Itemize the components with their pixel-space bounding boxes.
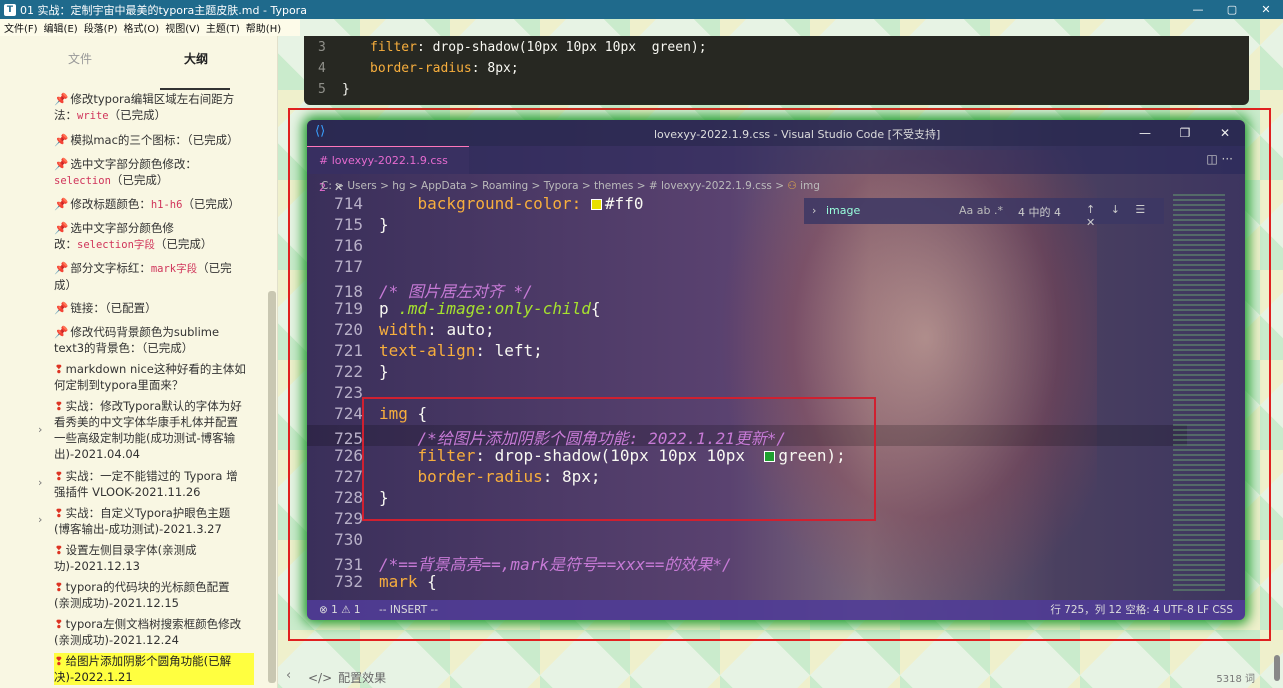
split-editor-icon: ◫ ··· <box>1206 152 1233 166</box>
code-line: 722} <box>334 362 389 381</box>
tab-outline[interactable]: 大纲 <box>184 50 208 67</box>
line-number: 4 <box>318 61 326 76</box>
code-line: 717 <box>334 257 363 276</box>
pushpin-icon: ❢ <box>54 543 64 557</box>
menu-edit[interactable]: 编辑(E) <box>44 20 78 35</box>
outline-item[interactable]: 📌 部分文字标红：mark字段（已完 成） <box>54 260 254 293</box>
vscode-status-bar: ⊗ 1 ⚠ 1 -- INSERT -- 行 725，列 12 空格: 4 UT… <box>307 600 1245 620</box>
color-swatch-icon <box>590 199 602 210</box>
close-button[interactable]: ✕ <box>1249 0 1283 19</box>
code-line: 718/* 图片居左对齐 */ <box>334 282 533 301</box>
symbol-icon: ⚇ <box>787 180 797 192</box>
outline-item[interactable]: ❢ markdown nice这种好看的主体如 何定制到typora里面来？ <box>54 361 254 393</box>
chevron-right-icon[interactable]: › <box>38 423 42 436</box>
code-highlight-frame <box>362 397 876 521</box>
code-line: 714 background-color: #ff0 <box>334 194 644 213</box>
menu-view[interactable]: 视图(V) <box>165 20 200 35</box>
pushpin-icon: ❢ <box>54 399 64 413</box>
menu-file[interactable]: 文件(F) <box>4 20 38 35</box>
menu-help[interactable]: 帮助(H) <box>246 20 281 35</box>
code-line: 721 text-align: left; <box>334 341 543 360</box>
pin-icon: 📌 <box>54 261 69 275</box>
vscode-minimap <box>1173 194 1225 594</box>
pushpin-icon: ❢ <box>54 654 64 668</box>
pushpin-icon: ❢ <box>54 617 64 631</box>
outline-item[interactable]: 📌 修改typora编辑区域左右间距方 法：write（已完成） <box>54 91 254 124</box>
vscode-restore-icon: ❐ <box>1179 126 1191 140</box>
typora-logo-icon: T <box>4 3 16 16</box>
code-line: 730 <box>334 530 363 549</box>
vscode-title-bar: ⟨⟩ lovexyy-2022.1.9.css - Visual Studio … <box>307 120 1245 146</box>
outline-item[interactable]: ❢ 实战：自定义Typora护眼色主题 (博客输出-成功测试)-2021.3.27 <box>54 505 254 537</box>
pin-icon: 📌 <box>54 133 69 147</box>
outline-item[interactable]: 📌 选中文字部分颜色修改： selection（已完成） <box>54 156 254 189</box>
code-line: 731/*==背景高亮==,mark是符号==xxx==的效果*/ <box>334 555 732 574</box>
pushpin-icon: ❢ <box>54 580 64 594</box>
outline-item[interactable]: ❢ 设置左侧目录字体(亲测成 功)-2021.12.13 <box>54 542 254 574</box>
menu-bar: 文件(F) 编辑(E) 段落(P) 格式(O) 视图(V) 主题(T) 帮助(H… <box>0 19 300 36</box>
minimize-button[interactable]: — <box>1181 0 1215 19</box>
chevron-right-icon[interactable]: › <box>38 476 42 489</box>
outline-item[interactable]: 📌 模拟mac的三个图标：（已完成） <box>54 132 254 148</box>
code-icon: </> <box>308 671 333 685</box>
embedded-image-vscode[interactable]: ⟨⟩ lovexyy-2022.1.9.css - Visual Studio … <box>307 120 1245 620</box>
code-line: } <box>342 82 350 97</box>
pushpin-icon: ❢ <box>54 469 64 483</box>
pin-icon: 📌 <box>54 197 69 211</box>
code-line: filter: drop-shadow(10px 10px 10px green… <box>370 40 707 55</box>
line-number: 3 <box>318 40 326 55</box>
vscode-tab-bar: # lovexyy-2022.1.9.css 2 ✕ ◫ ··· <box>307 146 1245 194</box>
pin-icon: 📌 <box>54 301 69 315</box>
window-controls: — ▢ ✕ <box>1181 0 1283 19</box>
sidebar: 文件 大纲 📌 修改typora编辑区域左右间距方 法：write（已完成） 📌 模拟… <box>0 36 278 688</box>
outline-item[interactable]: 📌 链接：（已配置） <box>54 300 254 316</box>
outline-item[interactable]: 📌 修改标题颜色：h1-h6（已完成） <box>54 196 254 213</box>
menu-paragraph[interactable]: 段落(P) <box>84 20 118 35</box>
code-line: 732 mark { <box>334 572 437 591</box>
window-title: 01 实战：定制宇宙中最美的typora主题皮肤.md - Typora <box>20 3 307 17</box>
pin-icon: 📌 <box>54 221 69 235</box>
code-block[interactable]: 3 filter: drop-shadow(10px 10px 10px gre… <box>304 36 1249 105</box>
code-line: 715} <box>334 215 389 234</box>
pin-icon: 📌 <box>54 92 69 106</box>
code-line: 720 width: auto; <box>334 320 495 339</box>
chevron-right-icon[interactable]: › <box>38 513 42 526</box>
outline-item[interactable]: ❢ 实战：一定不能错过的 Typora 增强插件 VLOOK-2021.11.26 <box>54 468 254 500</box>
outline-item[interactable]: ❢ 实战：修改Typora默认的字体为好 看秀美的中文字体华康手札体并配置 一些高级定… <box>54 398 254 462</box>
outline-item[interactable]: 📌 修改代码背景颜色为sublime text3的背景色：（已完成） <box>54 324 254 356</box>
pushpin-icon: ❢ <box>54 362 64 376</box>
maximize-button[interactable]: ▢ <box>1215 0 1249 19</box>
sidebar-scrollbar[interactable] <box>268 291 276 683</box>
vscode-tab: # lovexyy-2022.1.9.css 2 ✕ <box>307 146 469 194</box>
outline-item[interactable]: 📌 选中文字部分颜色修 改：selection字段（已完成） <box>54 220 254 253</box>
word-count[interactable]: 5318 词 <box>1216 670 1255 685</box>
document-footer: ‹ </> 配置效果 5318 词 <box>278 664 1283 688</box>
vscode-breadcrumb: C: > Users > hg > AppData > Roaming > Ty… <box>321 180 820 192</box>
menu-format[interactable]: 格式(O) <box>124 20 160 35</box>
tab-files[interactable]: 文件 <box>68 50 92 67</box>
outline-item[interactable]: ❢ typora的代码块的光标颜色配置 (亲测成功)-2021.12.15 <box>54 579 254 611</box>
outline-item[interactable]: ❢ typora左侧文档树搜索框颜色修改 (亲测成功)-2021.12.24 <box>54 616 254 648</box>
editor-scrollbar[interactable] <box>1274 655 1280 681</box>
code-line: border-radius: 8px; <box>370 61 519 76</box>
chevron-left-icon[interactable]: ‹ <box>286 668 291 683</box>
menu-theme[interactable]: 主题(T) <box>206 20 240 35</box>
pin-icon: 📌 <box>54 157 69 171</box>
vscode-logo-icon: ⟨⟩ <box>315 124 326 139</box>
line-number: 5 <box>318 82 326 97</box>
tab-active-indicator <box>160 88 230 90</box>
pushpin-icon: ❢ <box>54 506 64 520</box>
code-line: 716 <box>334 236 363 255</box>
code-line: 719 p .md-image:only-child{ <box>334 299 601 318</box>
heading-config-effect[interactable]: </> 配置效果 <box>308 669 392 686</box>
sidebar-tabs: 文件 大纲 <box>0 50 270 90</box>
title-bar: T 01 实战：定制宇宙中最美的typora主题皮肤.md - Typora —… <box>0 0 1283 19</box>
vscode-minimize-icon: — <box>1139 126 1151 140</box>
outline-item-active[interactable]: ❢ 给图片添加阴影个圆角功能(已解 决)-2022.1.21 <box>54 653 254 685</box>
pin-icon: 📌 <box>54 325 69 339</box>
vscode-close-icon: ✕ <box>1219 126 1231 140</box>
